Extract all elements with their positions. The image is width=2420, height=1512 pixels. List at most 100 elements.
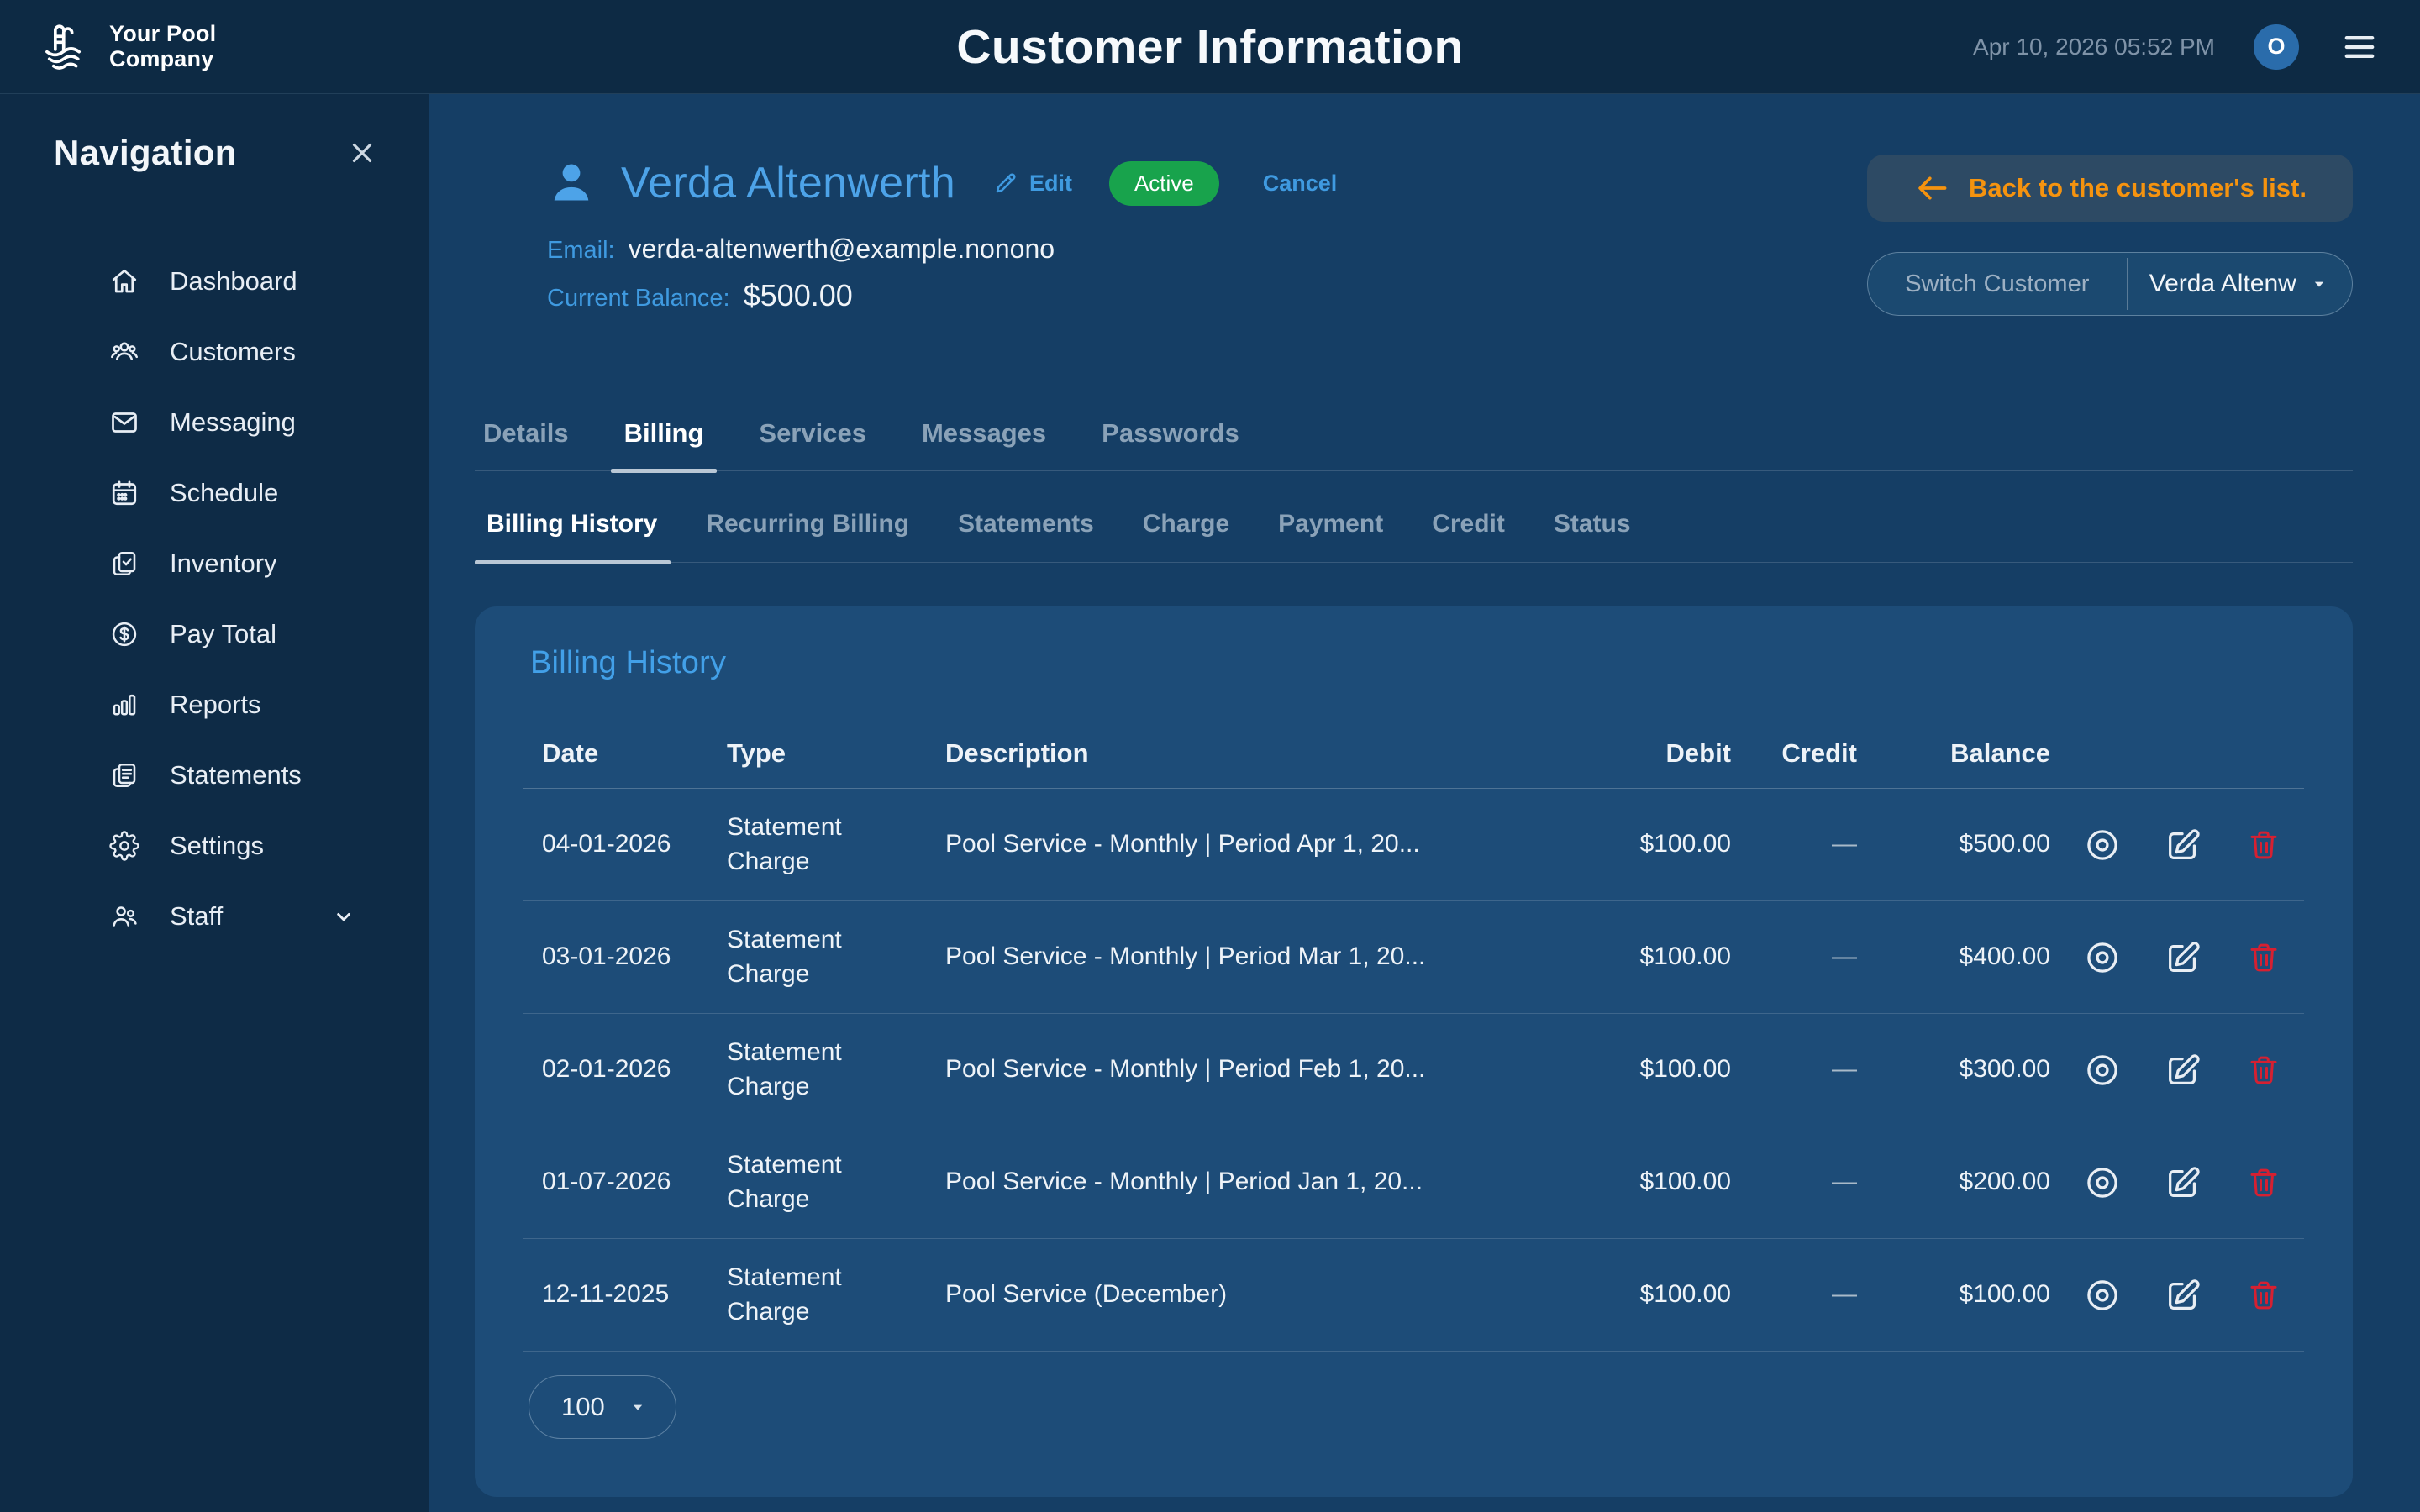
page-size-select[interactable]: 100 <box>529 1375 676 1439</box>
row-description: Pool Service (December) <box>927 1278 1600 1312</box>
subtab-credit[interactable]: Credit <box>1432 510 1505 538</box>
col-date: Date <box>523 736 708 771</box>
view-button[interactable] <box>2083 1163 2122 1202</box>
hamburger-menu-icon[interactable] <box>2338 25 2381 69</box>
view-icon <box>2083 1276 2122 1315</box>
billing-row: 02-01-2026 Statement Charge Pool Service… <box>523 1014 2304 1126</box>
edit-row-button[interactable] <box>2164 826 2202 864</box>
trash-icon <box>2246 1053 2281 1088</box>
close-icon[interactable] <box>346 137 378 169</box>
sidebar-item-messaging[interactable]: Messaging <box>54 387 378 458</box>
row-type: Statement Charge <box>708 1148 927 1216</box>
view-button[interactable] <box>2083 826 2122 864</box>
delete-button[interactable] <box>2246 827 2281 863</box>
col-debit: Debit <box>1600 736 1743 771</box>
sidebar-item-staff[interactable]: Staff <box>54 881 378 952</box>
pool-ladder-icon <box>39 18 96 76</box>
tab-services[interactable]: Services <box>759 418 866 449</box>
subtab-charge[interactable]: Charge <box>1143 510 1229 538</box>
billing-row: 03-01-2026 Statement Charge Pool Service… <box>523 901 2304 1014</box>
customer-select-dropdown[interactable]: Verda Altenw <box>2128 253 2352 315</box>
sidebar-item-settings[interactable]: Settings <box>54 811 378 881</box>
edit-square-icon <box>2164 1276 2202 1315</box>
subtab-statements[interactable]: Statements <box>958 510 1094 538</box>
sidebar-item-inventory[interactable]: Inventory <box>54 528 378 599</box>
row-date: 12-11-2025 <box>523 1278 708 1312</box>
row-credit: — <box>1743 1278 1869 1312</box>
edit-square-icon <box>2164 1051 2202 1089</box>
view-button[interactable] <box>2083 1276 2122 1315</box>
tab-messages[interactable]: Messages <box>922 418 1046 449</box>
row-credit: — <box>1743 1053 1869 1087</box>
row-balance: $300.00 <box>1869 1053 2062 1087</box>
subtab-recurring-billing[interactable]: Recurring Billing <box>706 510 909 538</box>
back-to-customers-button[interactable]: Back to the customer's list. <box>1867 155 2353 222</box>
topbar-right: Apr 10, 2026 05:52 PM O <box>1973 24 2381 70</box>
avatar-initial: O <box>2267 34 2285 60</box>
edit-square-icon <box>2164 938 2202 977</box>
edit-row-button[interactable] <box>2164 1276 2202 1315</box>
sidebar-item-dashboard[interactable]: Dashboard <box>54 246 378 317</box>
sidebar-item-label: Messaging <box>170 407 296 438</box>
sidebar-item-statements[interactable]: Statements <box>54 740 378 811</box>
cancel-button[interactable]: Cancel <box>1263 171 1338 197</box>
edit-button[interactable]: Edit <box>992 170 1072 197</box>
tab-details[interactable]: Details <box>483 418 569 449</box>
tab-billing[interactable]: Billing <box>624 418 704 449</box>
row-balance: $200.00 <box>1869 1165 2062 1200</box>
dollar-circle-icon <box>109 619 139 649</box>
subtab-status[interactable]: Status <box>1554 510 1631 538</box>
delete-button[interactable] <box>2246 1053 2281 1088</box>
row-description: Pool Service - Monthly | Period Feb 1, 2… <box>927 1053 1600 1087</box>
users-icon <box>109 337 139 367</box>
row-date: 01-07-2026 <box>523 1165 708 1200</box>
switch-customer-control: Switch Customer Verda Altenw <box>1867 252 2353 316</box>
tab-passwords[interactable]: Passwords <box>1102 418 1239 449</box>
trash-icon <box>2246 827 2281 863</box>
view-icon <box>2083 938 2122 977</box>
switch-customer-button[interactable]: Switch Customer <box>1868 253 2127 315</box>
sidebar-item-pay-total[interactable]: Pay Total <box>54 599 378 669</box>
row-credit: — <box>1743 940 1869 974</box>
edit-row-button[interactable] <box>2164 1163 2202 1202</box>
balance-label: Current Balance: <box>547 285 730 312</box>
edit-row-button[interactable] <box>2164 1051 2202 1089</box>
row-debit: $100.00 <box>1600 1165 1743 1200</box>
col-type: Type <box>708 736 927 771</box>
sidebar-item-label: Pay Total <box>170 619 276 649</box>
table-header-row: Date Type Description Debit Credit Balan… <box>523 718 2304 789</box>
sidebar-item-label: Reports <box>170 690 261 720</box>
row-balance: $100.00 <box>1869 1278 2062 1312</box>
billing-row: 01-07-2026 Statement Charge Pool Service… <box>523 1126 2304 1239</box>
delete-button[interactable] <box>2246 1165 2281 1200</box>
billing-subtabs: Billing History Recurring Billing Statem… <box>475 510 2353 563</box>
view-button[interactable] <box>2083 1051 2122 1089</box>
sidebar-item-label: Dashboard <box>170 266 297 297</box>
delete-button[interactable] <box>2246 1278 2281 1313</box>
customer-name: Verda Altenwerth <box>621 158 955 208</box>
logo-line-2: Company <box>109 47 216 71</box>
view-icon <box>2083 826 2122 864</box>
edit-row-button[interactable] <box>2164 938 2202 977</box>
bar-chart-icon <box>109 690 139 720</box>
row-description: Pool Service - Monthly | Period Mar 1, 2… <box>927 940 1600 974</box>
subtab-billing-history[interactable]: Billing History <box>487 510 657 538</box>
edit-square-icon <box>2164 826 2202 864</box>
view-button[interactable] <box>2083 938 2122 977</box>
row-balance: $500.00 <box>1869 827 2062 862</box>
page-size-value: 100 <box>561 1392 605 1422</box>
sidebar-item-schedule[interactable]: Schedule <box>54 458 378 528</box>
nav-heading: Navigation <box>54 133 237 173</box>
sidebar-item-reports[interactable]: Reports <box>54 669 378 740</box>
row-date: 03-01-2026 <box>523 940 708 974</box>
user-avatar[interactable]: O <box>2254 24 2299 70</box>
row-date: 04-01-2026 <box>523 827 708 862</box>
chevron-down-icon <box>331 904 356 929</box>
sidebar-item-label: Settings <box>170 831 264 861</box>
col-balance: Balance <box>1869 736 2062 771</box>
delete-button[interactable] <box>2246 940 2281 975</box>
nav-list: Dashboard Customers <box>54 246 378 952</box>
sidebar-item-customers[interactable]: Customers <box>54 317 378 387</box>
customer-tabs: Details Billing Services Messages Passwo… <box>475 418 2353 471</box>
subtab-payment[interactable]: Payment <box>1278 510 1383 538</box>
